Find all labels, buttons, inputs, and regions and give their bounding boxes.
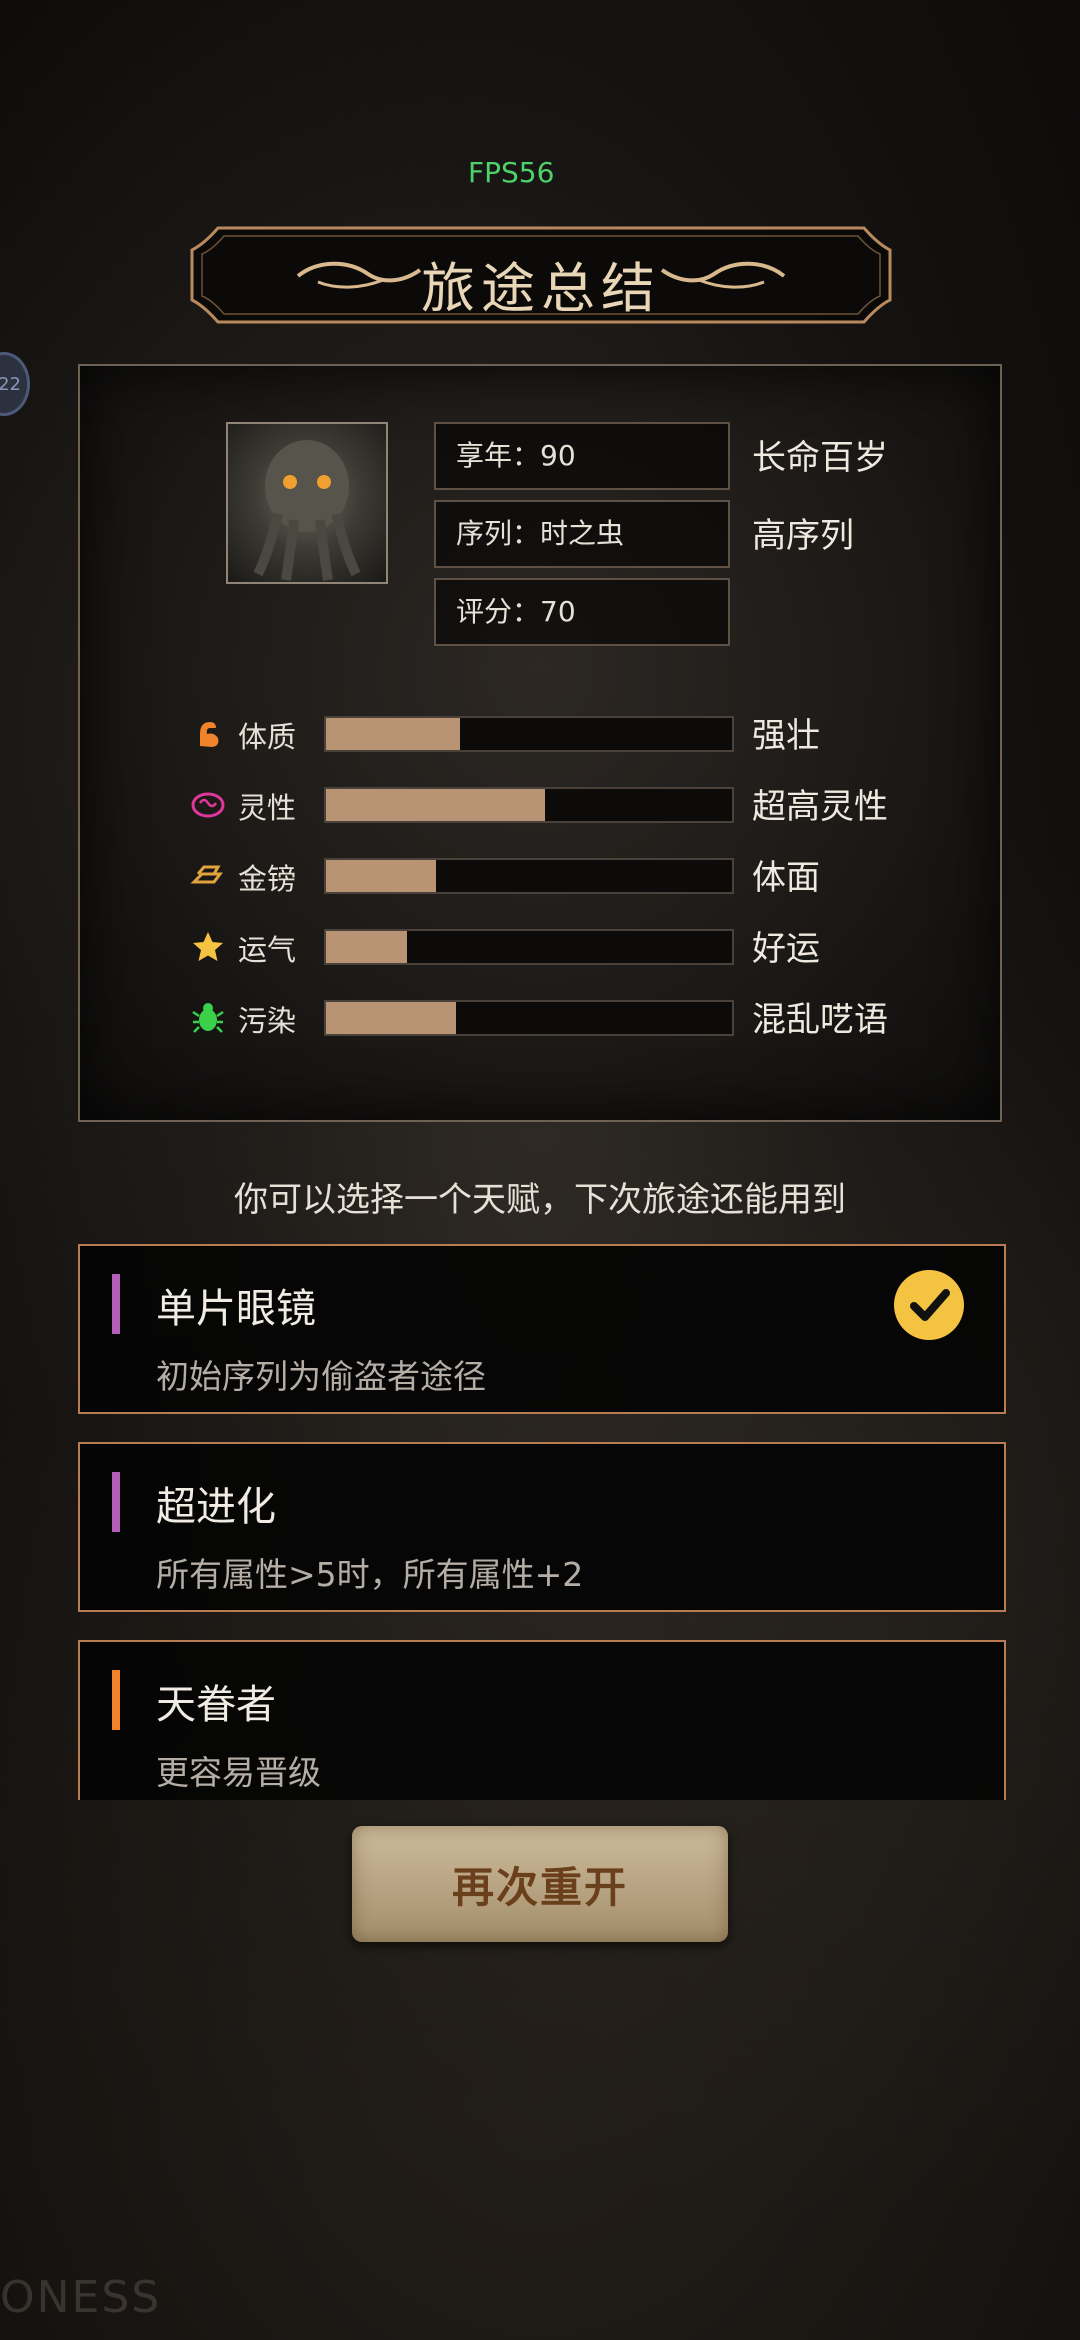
sequence-tag: 高序列 [752,516,854,556]
talent-card[interactable]: 超进化 所有属性>5时，所有属性+2 [78,1442,1006,1612]
stat-bar-fill [326,931,408,963]
stat-bar [324,1000,734,1036]
brain-icon [191,792,225,818]
stat-bar-fill [326,1002,456,1034]
talent-desc: 所有属性>5时，所有属性+2 [156,1555,584,1594]
stat-tag: 体面 [752,858,820,898]
check-icon[interactable] [894,1270,964,1340]
stat-bar-fill [326,718,460,750]
age-box: 享年：90 [434,422,730,490]
stat-label: 污染 [238,1004,297,1038]
score-box: 评分：70 [434,578,730,646]
stat-bar [324,787,734,823]
stat-row-gold: 金镑 体面 [190,854,990,898]
age-tag: 长命百岁 [752,438,888,478]
summary-panel: 享年：90 长命百岁 序列：时之虫 高序列 评分：70 体质 强壮 灵性 超高灵… [78,364,1002,1122]
side-badge-label: 22 [0,373,21,395]
stat-bar-fill [326,789,546,821]
talent-desc: 初始序列为偷盗者途径 [156,1357,486,1396]
watermark: ONESS [0,2272,162,2323]
arm-icon [200,722,219,747]
stat-bar [324,929,734,965]
star-icon [193,932,223,961]
stat-bar [324,716,734,752]
background [0,0,1080,2340]
stat-tag: 强壮 [752,716,820,756]
talent-accent-bar [112,1274,120,1334]
stat-label: 运气 [238,933,297,967]
stat-label: 灵性 [238,791,297,825]
sequence-box: 序列：时之虫 [434,500,730,568]
stat-bar [324,858,734,894]
talent-hint: 你可以选择一个天赋，下次旅途还能用到 [234,1180,846,1220]
restart-button[interactable]: 再次重开 [352,1826,728,1942]
stat-tag: 好运 [752,929,820,969]
stat-tag: 混乱呓语 [752,1000,888,1040]
talent-accent-bar [112,1670,120,1730]
bug-icon [192,1003,224,1033]
talent-name: 天眷者 [156,1682,276,1728]
talent-card[interactable]: 天眷者 更容易晋级 [78,1640,1006,1800]
side-floating-badge[interactable]: 22 [0,352,30,416]
fps-counter: FPS56 [468,156,555,189]
stat-tag: 超高灵性 [752,787,888,827]
stat-bar-fill [326,860,436,892]
title-banner: 旅途总结 [188,224,894,326]
talent-desc: 更容易晋级 [156,1753,321,1792]
stat-label: 金镑 [238,862,297,896]
checkmark-icon [910,1289,950,1321]
page-title: 旅途总结 [421,257,661,320]
tentacle-monster-icon [253,440,361,581]
talent-name: 单片眼镜 [156,1286,316,1332]
talent-list[interactable]: 单片眼镜 初始序列为偷盗者途径 超进化 所有属性>5时，所有属性+2 天眷者 更… [78,1244,1006,1800]
stat-row-luck: 运气 好运 [190,925,990,969]
character-portrait [226,422,388,584]
stat-label: 体质 [238,720,297,754]
stat-row-spirituality: 灵性 超高灵性 [190,783,990,827]
stat-row-pollution: 污染 混乱呓语 [190,996,990,1040]
talent-name: 超进化 [156,1484,276,1530]
talent-card[interactable]: 单片眼镜 初始序列为偷盗者途径 [78,1244,1006,1414]
restart-button-label: 再次重开 [451,1862,628,1912]
stat-row-constitution: 体质 强壮 [190,712,990,756]
gold-bars-icon [190,865,223,884]
talent-accent-bar [112,1472,120,1532]
